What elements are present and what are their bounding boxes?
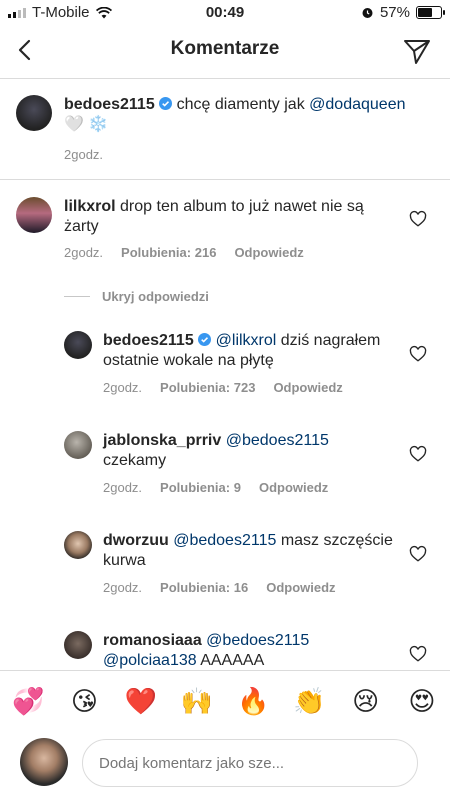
avatar[interactable]	[64, 631, 92, 659]
reply-likes[interactable]: Polubienia: 723	[160, 380, 255, 395]
post-caption: bedoes2115 chcę diamenty jak @dodaqueen …	[0, 79, 450, 180]
nav-bar: Komentarze	[0, 24, 450, 79]
emoji-button[interactable]: 🔥	[235, 686, 271, 717]
caption-mention[interactable]: @dodaqueen	[309, 96, 405, 113]
alarm-icon	[362, 8, 373, 18]
reply-likes[interactable]: Polubienia: 9	[160, 480, 241, 495]
reply-mention[interactable]: @bedoes2115	[206, 632, 309, 649]
avatar[interactable]	[64, 431, 92, 459]
reply-time: 2godz.	[103, 380, 143, 395]
reply-meta: 2godz. Polubienia: 16 Odpowiedz	[103, 580, 336, 595]
emoji-button[interactable]: ❤️	[123, 686, 159, 717]
avatar[interactable]	[16, 95, 52, 131]
comment-composer	[0, 730, 450, 800]
emoji-button[interactable]: 😢	[348, 686, 384, 717]
emoji-button[interactable]: 😍	[404, 686, 440, 717]
emoji-button[interactable]: 😘	[66, 686, 102, 717]
comment-input[interactable]	[82, 739, 418, 787]
heart-icon[interactable]	[409, 345, 427, 363]
reply-body: czekamy	[103, 452, 167, 469]
hide-replies-label: Ukryj odpowiedzi	[102, 289, 209, 304]
emoji-quick-bar: 💞 😘 ❤️ 🙌 🔥 👏 😢 😍	[0, 670, 450, 731]
reply-text: dworzuu @bedoes2115 masz szczęście kurwa	[103, 531, 393, 571]
reply-button[interactable]: Odpowiedz	[273, 380, 342, 395]
heart-icon[interactable]	[409, 645, 427, 663]
reply-username[interactable]: jablonska_prriv	[103, 432, 221, 449]
reply-meta: 2godz. Polubienia: 723 Odpowiedz	[103, 380, 343, 395]
reply-username[interactable]: romanosiaaa	[103, 632, 202, 649]
reply-mention[interactable]: @lilkxrol	[216, 332, 277, 349]
caption-meta: 2godz.	[64, 147, 103, 162]
caption-time: 2godz.	[64, 147, 104, 162]
comment-username[interactable]: lilkxrol	[64, 198, 116, 215]
emoji-button[interactable]: 👏	[291, 686, 327, 717]
battery-icon	[416, 6, 445, 19]
reply-mention[interactable]: @bedoes2115	[173, 532, 276, 549]
reply-mention[interactable]: @bedoes2115	[226, 432, 329, 449]
caption-username[interactable]: bedoes2115	[64, 96, 155, 113]
avatar[interactable]	[16, 197, 52, 233]
emoji-button[interactable]: 💞	[10, 686, 46, 717]
avatar[interactable]	[64, 331, 92, 359]
reply-text: romanosiaaa @bedoes2115 @polciaa138 AAAA…	[103, 631, 393, 671]
reply-mention-2[interactable]: @polciaa138	[103, 652, 197, 669]
reply-username[interactable]: dworzuu	[103, 532, 169, 549]
caption-text: bedoes2115 chcę diamenty jak @dodaqueen …	[64, 95, 436, 135]
divider-line	[64, 296, 90, 297]
verified-badge-icon	[159, 97, 173, 110]
page-title: Komentarze	[170, 38, 280, 59]
reply-button[interactable]: Odpowiedz	[234, 245, 303, 260]
heart-icon[interactable]	[409, 210, 427, 228]
reply-username[interactable]: bedoes2115	[103, 332, 194, 349]
reply-likes[interactable]: Polubienia: 16	[160, 580, 248, 595]
caption-emojis: 🤍 ❄️	[64, 116, 109, 133]
reply-time: 2godz.	[103, 580, 143, 595]
comment-likes[interactable]: Polubienia: 216	[121, 245, 216, 260]
reply-text: jablonska_prriv @bedoes2115 czekamy	[103, 431, 393, 471]
reply-button[interactable]: Odpowiedz	[259, 480, 328, 495]
comment-time: 2godz.	[64, 245, 104, 260]
status-bar: T-Mobile 00:49 57%	[0, 0, 450, 24]
heart-icon[interactable]	[409, 445, 427, 463]
caption-body: chcę diamenty jak	[176, 96, 305, 113]
reply-meta: 2godz. Polubienia: 9 Odpowiedz	[103, 480, 328, 495]
verified-badge-icon	[198, 333, 212, 346]
avatar[interactable]	[64, 531, 92, 559]
battery-percent: 57%	[379, 4, 410, 21]
reply-text: bedoes2115 @lilkxrol dziś nagrałem ostat…	[103, 331, 393, 371]
comment-meta: 2godz. Polubienia: 216 Odpowiedz	[64, 245, 304, 260]
emoji-button[interactable]: 🙌	[179, 686, 215, 717]
heart-icon[interactable]	[409, 545, 427, 563]
hide-replies-button[interactable]: Ukryj odpowiedzi	[64, 289, 209, 304]
current-user-avatar[interactable]	[20, 738, 68, 786]
direct-send-icon[interactable]	[402, 36, 432, 66]
reply-body: AAAAAA	[200, 652, 265, 669]
reply-time: 2godz.	[103, 480, 143, 495]
reply-button[interactable]: Odpowiedz	[266, 580, 335, 595]
comment-text: lilkxrol drop ten album to już nawet nie…	[64, 197, 380, 237]
